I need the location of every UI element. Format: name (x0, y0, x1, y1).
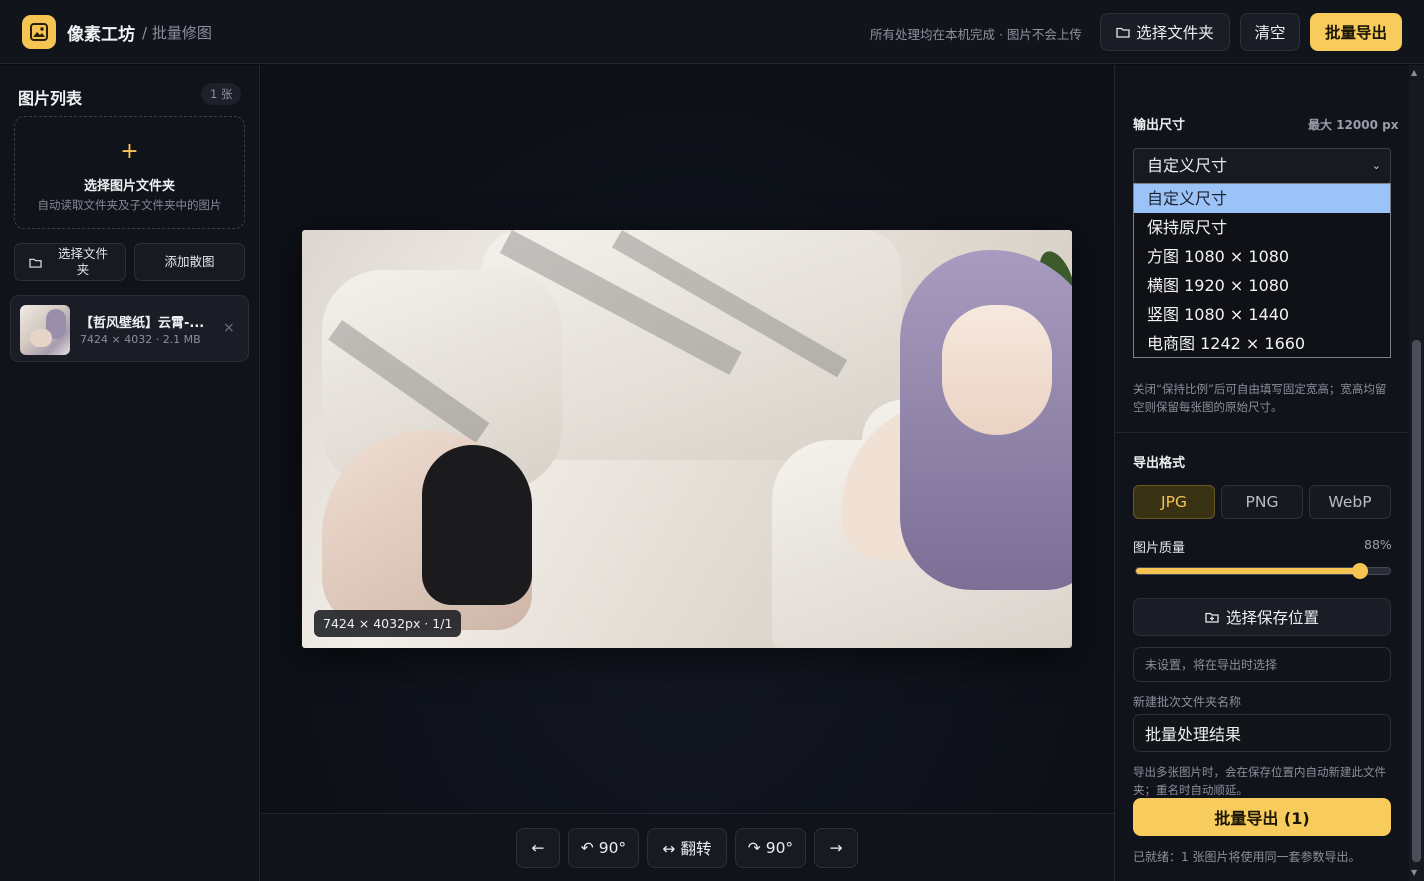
image-list-sidebar: 图片列表 1 张 + 选择图片文件夹 自动读取文件夹及子文件夹中的图片 选择文件… (0, 65, 260, 881)
clear-button[interactable]: 清空 (1240, 13, 1300, 51)
flip-button[interactable]: ↔ 翻转 (647, 828, 727, 868)
quality-slider[interactable] (1135, 563, 1391, 579)
image-list-title: 图片列表 (18, 89, 83, 108)
folder-icon (1116, 27, 1130, 38)
quality-slider-fill (1136, 568, 1360, 574)
clear-label: 清空 (1254, 24, 1286, 42)
image-dimension-badge: 7424 × 4032px · 1/1 (314, 610, 462, 637)
plus-icon: + (120, 139, 139, 164)
batch-export-label: 批量导出 (1324, 24, 1387, 42)
flip-label: ↔ 翻转 (662, 840, 712, 858)
output-size-selected: 自定义尺寸 (1147, 156, 1228, 175)
batch-folder-label: 新建批次文件夹名称 (1133, 695, 1242, 709)
dropzone-subtitle: 自动读取文件夹及子文件夹中的图片 (37, 198, 222, 212)
remove-file-icon[interactable]: × (223, 320, 235, 336)
breadcrumb: / 批量修图 (142, 24, 212, 42)
choose-folder-label: 选择文件夹 (1136, 24, 1214, 42)
app-logo-icon (22, 15, 56, 49)
size-option[interactable]: 横图 1920 × 1080 (1134, 271, 1390, 300)
max-size-note: 最大 12000 px (1308, 118, 1399, 132)
batch-export-button[interactable]: 批量导出 (1) (1133, 798, 1391, 836)
scroll-up-icon[interactable]: ▲ (1411, 68, 1417, 77)
batch-folder-hint: 导出多张图片时，会在保存位置内自动新建此文件夹；重名时自动顺延。 (1133, 765, 1386, 797)
folder-plus-icon (1205, 612, 1219, 623)
next-image-button[interactable]: → (814, 828, 858, 868)
choose-save-location-label: 选择保存位置 (1225, 609, 1319, 627)
sidebar-choose-folder-label: 选择文件夹 (57, 246, 108, 277)
divider (1115, 432, 1409, 433)
previous-image-button[interactable]: ← (516, 828, 560, 868)
folder-dropzone[interactable]: + 选择图片文件夹 自动读取文件夹及子文件夹中的图片 (14, 116, 245, 229)
file-meta: 7424 × 4032 · 2.1 MB (80, 333, 201, 346)
choose-save-location-button[interactable]: 选择保存位置 (1133, 598, 1391, 636)
privacy-note: 所有处理均在本机完成 · 图片不会上传 (870, 27, 1082, 42)
choose-folder-button[interactable]: 选择文件夹 (1100, 13, 1230, 51)
rotate-left-label: ↶ 90° (580, 839, 627, 857)
format-png-button[interactable]: PNG (1221, 485, 1303, 519)
batch-folder-name-value: 批量处理结果 (1145, 725, 1242, 744)
folder-icon (29, 258, 42, 268)
chevron-down-icon: ⌄ (1371, 159, 1381, 172)
output-size-options: 自定义尺寸 保持原尺寸 方图 1080 × 1080 横图 1920 × 108… (1133, 183, 1391, 358)
output-size-label: 输出尺寸 (1133, 118, 1186, 133)
format-webp-button[interactable]: WebP (1309, 485, 1391, 519)
dropzone-title: 选择图片文件夹 (83, 179, 175, 194)
batch-export-header-button[interactable]: 批量导出 (1310, 13, 1402, 51)
file-name: 【哲风壁纸】云霄-... (80, 316, 205, 331)
arrow-right-icon: → (829, 839, 843, 857)
scrollbar-thumb[interactable] (1412, 340, 1421, 862)
arrow-left-icon: ← (531, 839, 545, 857)
image-count-badge: 1 张 (201, 83, 242, 105)
app-header: 像素工坊 / 批量修图 所有处理均在本机完成 · 图片不会上传 选择文件夹 清空… (0, 0, 1424, 64)
export-format-label: 导出格式 (1133, 456, 1186, 471)
size-option[interactable]: 电商图 1242 × 1660 (1134, 329, 1390, 358)
rotate-right-button[interactable]: ↷ 90° (735, 828, 806, 868)
quality-slider-handle[interactable] (1351, 563, 1368, 579)
quality-value: 88% (1364, 537, 1392, 552)
add-images-button[interactable]: 添加散图 (134, 243, 245, 281)
export-status: 已就绪：1 张图片将使用同一套参数导出。 (1133, 850, 1361, 864)
quality-label: 图片质量 (1133, 541, 1186, 556)
list-item[interactable]: 【哲风壁纸】云霄-... 7424 × 4032 · 2.1 MB × (10, 295, 249, 362)
size-hint: 关闭“保持比例”后可自由填写固定宽高；宽高均留空则保留每张图的原始尺寸。 (1133, 382, 1387, 414)
save-location-field[interactable]: 未设置，将在导出时选择 (1133, 647, 1391, 682)
scroll-down-icon[interactable]: ▼ (1411, 868, 1417, 877)
app-name: 像素工坊 (67, 25, 135, 45)
batch-folder-name-input[interactable]: 批量处理结果 (1133, 714, 1391, 752)
size-option[interactable]: 方图 1080 × 1080 (1134, 242, 1390, 271)
rotate-left-button[interactable]: ↶ 90° (568, 828, 639, 868)
sidebar-choose-folder-button[interactable]: 选择文件夹 (14, 243, 126, 281)
size-option[interactable]: 竖图 1080 × 1440 (1134, 300, 1390, 329)
size-option[interactable]: 自定义尺寸 (1134, 184, 1390, 213)
image-thumbnail (20, 305, 70, 355)
add-images-label: 添加散图 (164, 254, 215, 269)
output-size-select[interactable]: 自定义尺寸 ⌄ (1133, 148, 1391, 184)
rotate-right-label: ↷ 90° (747, 839, 794, 857)
size-option[interactable]: 保持原尺寸 (1134, 213, 1390, 242)
image-preview: 7424 × 4032px · 1/1 (302, 230, 1072, 648)
format-jpg-button[interactable]: JPG (1133, 485, 1215, 519)
save-location-placeholder: 未设置，将在导出时选择 (1145, 658, 1278, 672)
